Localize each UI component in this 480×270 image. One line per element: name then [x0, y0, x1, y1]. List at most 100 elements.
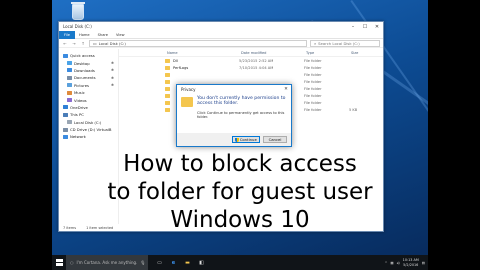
nav-item-label: Documents — [74, 75, 96, 81]
file-type: File folder — [304, 107, 322, 112]
pin-icon[interactable]: ✱ — [111, 61, 114, 65]
close-button[interactable]: ✕ — [371, 22, 383, 31]
dialog-close-icon[interactable]: ✕ — [281, 87, 291, 92]
nav-item-label: Quick access — [70, 53, 95, 59]
nav-item[interactable]: OneDrive — [59, 104, 118, 111]
file-date: 5/23/2015 2:52 AM — [239, 58, 274, 63]
search-input[interactable]: ⌕ Search Local Disk (C:) — [310, 39, 380, 47]
column-header-size[interactable]: Size — [351, 51, 358, 55]
nav-item[interactable]: Pictures ✱ — [59, 82, 118, 89]
folder-icon — [165, 107, 170, 112]
dialog-title: Privacy — [181, 86, 196, 92]
nav-item-icon — [67, 68, 72, 73]
ribbon-tab-share[interactable]: Share — [94, 33, 112, 37]
nav-item[interactable]: Local Disk (C:) — [59, 119, 118, 126]
file-type: File folder — [304, 58, 322, 63]
nav-item-icon — [67, 98, 72, 103]
file-name-cell: PerfLogs — [119, 65, 239, 70]
nav-item-label: Desktop — [74, 60, 90, 66]
nav-item-icon — [63, 105, 68, 110]
microphone-icon[interactable]: 🎙 — [140, 260, 145, 265]
pin-icon[interactable]: ✱ — [111, 68, 114, 72]
file-name: PerfLogs — [173, 65, 189, 70]
table-row[interactable]: Dll 5/23/2015 2:52 AM File folder — [119, 57, 383, 64]
ribbon-tab-home[interactable]: Home — [75, 33, 94, 37]
nav-item[interactable]: CD Drive (D:) VirtualB — [59, 126, 118, 133]
nav-item-label: Music — [74, 90, 85, 96]
column-header-name[interactable]: Name — [167, 51, 241, 55]
cortana-placeholder: I'm Cortana. Ask me anything. — [76, 260, 138, 265]
column-header-type[interactable]: Type — [306, 51, 351, 55]
file-name-cell: Dll — [119, 58, 239, 63]
file-name-cell — [119, 79, 239, 84]
nav-item-icon — [67, 61, 72, 66]
search-icon: ⌕ — [314, 40, 317, 46]
network-icon[interactable]: ▦ — [390, 261, 393, 265]
pin-icon[interactable]: ✱ — [111, 76, 114, 80]
back-arrow-icon[interactable]: ← — [62, 41, 68, 46]
table-row[interactable]: File folder — [119, 71, 383, 78]
ribbon-tab-file[interactable]: File — [59, 30, 76, 39]
maximize-button[interactable]: ☐ — [359, 22, 371, 31]
nav-item[interactable]: Documents ✱ — [59, 74, 118, 81]
address-bar[interactable]: ▭ Local Disk (C:) — [89, 39, 307, 47]
file-explorer-icon[interactable]: ▬ — [184, 259, 191, 266]
file-type: File folder — [304, 65, 322, 70]
cancel-label: Cancel — [268, 137, 282, 142]
cortana-search-box[interactable]: ○ I'm Cortana. Ask me anything. 🎙 — [66, 255, 148, 270]
nav-item-label: OneDrive — [70, 104, 88, 110]
folder-icon — [165, 72, 170, 77]
nav-item-icon — [67, 90, 72, 95]
permission-dialog[interactable]: Privacy ✕ You don't currently have permi… — [176, 84, 292, 147]
nav-item-label: Pictures — [74, 82, 90, 88]
continue-label: Continue — [239, 137, 257, 142]
search-placeholder: Search Local Disk (C:) — [318, 40, 360, 46]
ribbon-tab-view[interactable]: View — [112, 33, 129, 37]
clock[interactable]: 10:13 AM 5/2/2016 — [403, 258, 419, 266]
nav-item-icon — [67, 120, 72, 125]
clock-time: 10:13 AM — [402, 258, 419, 263]
nav-item[interactable]: Music — [59, 89, 118, 96]
nav-item[interactable]: Desktop ✱ — [59, 59, 118, 66]
dialog-sub-message: Click Continue to permanently get access… — [197, 111, 285, 120]
tray-chevron-icon[interactable]: ^ — [385, 261, 388, 265]
up-arrow-icon[interactable]: ↑ — [80, 41, 86, 46]
minimize-button[interactable]: – — [347, 22, 359, 31]
ribbon: File Home Share View — [59, 30, 383, 39]
nav-item[interactable]: Quick access — [59, 52, 118, 59]
windows-logo-icon — [55, 259, 63, 266]
forward-arrow-icon[interactable]: → — [71, 41, 77, 46]
table-row[interactable]: PerfLogs 7/10/2015 4:04 AM File folder — [119, 64, 383, 71]
continue-button[interactable]: Continue — [232, 136, 260, 143]
video-caption: How to block access to folder for guest … — [0, 150, 480, 234]
nav-item[interactable]: Videos — [59, 96, 118, 103]
folder-icon — [181, 97, 193, 107]
volume-icon[interactable]: ◂) — [397, 261, 400, 265]
nav-item[interactable]: This PC — [59, 111, 118, 118]
file-type: File folder — [304, 79, 322, 84]
caption-line-1: How to block access — [123, 151, 357, 177]
pin-icon[interactable]: ✱ — [111, 83, 114, 87]
edge-icon[interactable]: e — [170, 259, 177, 266]
nav-item-label: Downloads — [74, 67, 95, 73]
folder-icon — [165, 86, 170, 91]
task-view-icon[interactable]: ▭ — [156, 259, 163, 266]
nav-item-label: Videos — [74, 97, 87, 103]
store-icon[interactable]: ◧ — [198, 259, 205, 266]
nav-item-label: This PC — [70, 112, 84, 118]
caption-line-3: Windows 10 — [170, 207, 310, 233]
nav-item-icon — [63, 127, 68, 132]
nav-item[interactable]: Downloads ✱ — [59, 67, 118, 74]
start-button[interactable] — [52, 255, 66, 270]
file-date: 7/10/2015 4:04 AM — [239, 65, 274, 70]
cancel-button[interactable]: Cancel — [263, 136, 287, 143]
column-headers: Name Date modified Type Size — [119, 49, 383, 57]
column-header-date[interactable]: Date modified — [241, 51, 306, 55]
recycle-bin-icon — [71, 2, 85, 20]
nav-item[interactable]: Network — [59, 133, 118, 140]
address-row: ← → ↑ ▭ Local Disk (C:) ⌕ Search Local D… — [59, 39, 383, 48]
system-tray: ^ ▦ ◂) 10:13 AM 5/2/2016 ▤ — [385, 258, 428, 266]
nav-item-icon — [63, 112, 68, 117]
notifications-icon[interactable]: ▤ — [422, 261, 425, 265]
file-name: Dll — [173, 58, 178, 63]
